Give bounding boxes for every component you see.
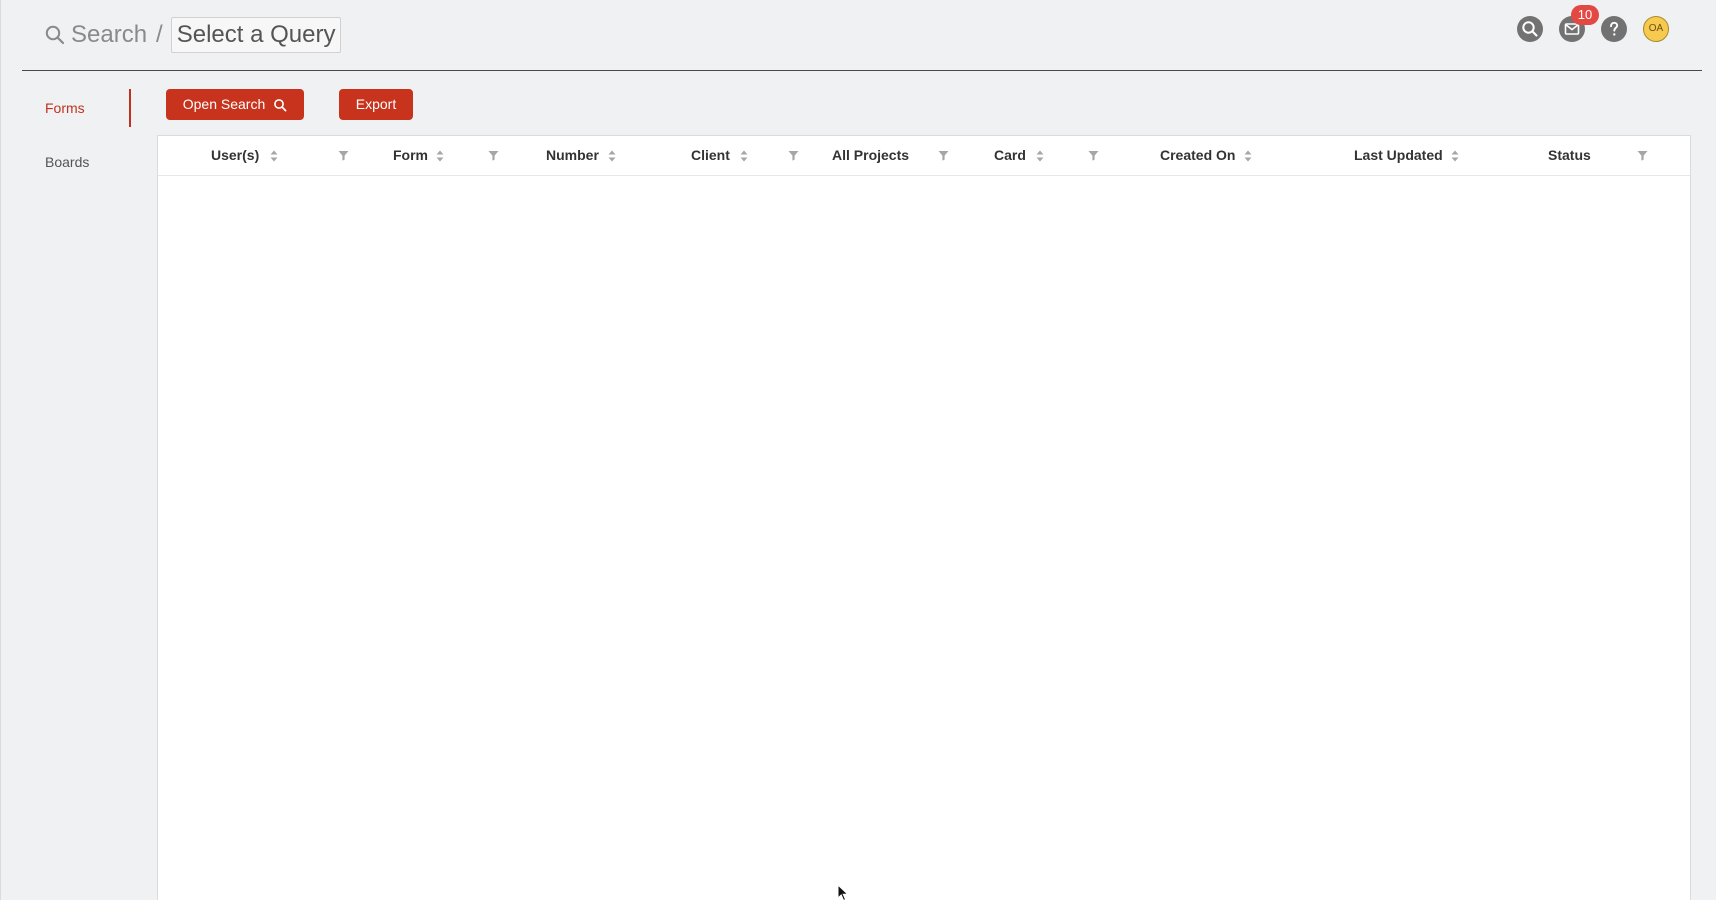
filter-icon[interactable] — [788, 150, 799, 161]
sidebar-item-boards[interactable]: Boards — [45, 154, 89, 170]
column-header-number[interactable]: Number — [546, 136, 599, 175]
app-window: Search / Select a Query 10 OA Forms Boar… — [0, 0, 1716, 900]
sort-icon[interactable] — [1451, 150, 1459, 162]
notification-count-badge: 10 — [1571, 5, 1599, 25]
search-icon — [1522, 21, 1538, 37]
sort-icon[interactable] — [1244, 150, 1252, 162]
column-header-card[interactable]: Card — [994, 136, 1026, 175]
column-header-all-projects[interactable]: All Projects — [832, 136, 909, 175]
search-icon — [274, 98, 287, 111]
export-button[interactable]: Export — [339, 89, 413, 120]
filter-icon[interactable] — [1088, 150, 1099, 161]
sort-icon[interactable] — [436, 150, 444, 162]
sort-icon[interactable] — [270, 150, 278, 162]
column-header-users[interactable]: User(s) — [211, 136, 259, 175]
column-header-status[interactable]: Status — [1548, 136, 1591, 175]
active-indicator — [129, 89, 131, 127]
filter-icon[interactable] — [1637, 150, 1648, 161]
filter-icon[interactable] — [338, 150, 349, 161]
sort-icon[interactable] — [1036, 150, 1044, 162]
column-header-created-on[interactable]: Created On — [1160, 136, 1235, 175]
open-search-label: Open Search — [182, 96, 266, 112]
query-select[interactable]: Select a Query — [170, 17, 342, 53]
breadcrumb-search-link[interactable]: Search — [71, 21, 147, 49]
avatar[interactable]: OA — [1643, 16, 1669, 42]
breadcrumb: Search / Select a Query — [44, 17, 342, 53]
export-label: Export — [355, 96, 397, 112]
global-search-button[interactable] — [1517, 16, 1543, 42]
column-header-form[interactable]: Form — [393, 136, 428, 175]
sort-icon[interactable] — [608, 150, 616, 162]
column-header-client[interactable]: Client — [691, 136, 730, 175]
search-icon — [45, 25, 65, 45]
sidebar-item-forms[interactable]: Forms — [45, 100, 85, 116]
top-header: Search / Select a Query 10 OA — [22, 0, 1702, 71]
sort-icon[interactable] — [740, 150, 748, 162]
help-button[interactable] — [1601, 16, 1627, 42]
filter-icon[interactable] — [938, 150, 949, 161]
breadcrumb-separator: / — [156, 21, 163, 48]
help-icon — [1610, 21, 1619, 36]
open-search-button[interactable]: Open Search — [166, 89, 304, 120]
column-header-last-updated[interactable]: Last Updated — [1354, 136, 1443, 175]
table-header-row: User(s) Form Number Client All Projects … — [158, 136, 1690, 176]
mouse-cursor-icon — [837, 884, 849, 900]
filter-icon[interactable] — [488, 150, 499, 161]
results-table: User(s) Form Number Client All Projects … — [157, 135, 1691, 900]
